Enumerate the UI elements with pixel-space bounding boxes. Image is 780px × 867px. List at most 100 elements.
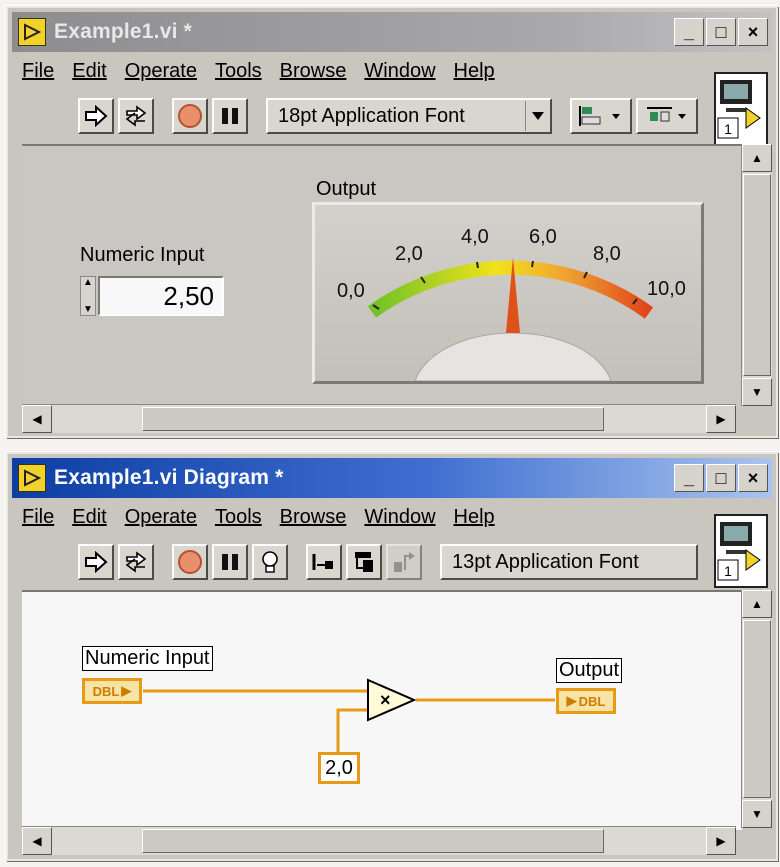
scroll-left-icon[interactable]: ◀ xyxy=(22,827,52,855)
gauge-scale-label-3: 6,0 xyxy=(529,226,557,248)
scroll-up-icon[interactable]: ▲ xyxy=(742,590,772,618)
abort-button[interactable] xyxy=(172,98,208,134)
vscroll-thumb[interactable] xyxy=(743,620,771,798)
menu-help[interactable]: Help xyxy=(454,60,495,83)
pause-icon xyxy=(222,554,238,570)
front-panel-hscroll[interactable]: ◀ ▶ xyxy=(22,404,736,433)
scroll-left-icon[interactable]: ◀ xyxy=(22,405,52,433)
gauge-scale-label-4: 8,0 xyxy=(593,243,621,265)
font-selector[interactable]: 18pt Application Font xyxy=(266,98,552,134)
diagram-vscroll[interactable]: ▲ ▼ xyxy=(741,590,772,828)
step-into-button[interactable] xyxy=(346,544,382,580)
close-button[interactable]: × xyxy=(738,464,768,492)
retain-wire-values-button[interactable] xyxy=(306,544,342,580)
stop-sign-icon xyxy=(178,104,202,128)
numeric-spinner[interactable]: ▲ ▼ xyxy=(80,276,96,316)
menu-file[interactable]: File xyxy=(22,60,54,83)
scroll-down-icon[interactable]: ▼ xyxy=(742,800,772,828)
run-continuously-button[interactable] xyxy=(118,544,154,580)
block-diagram-canvas: × Numeric Input DBL ▶ Output ▶ DBL 2,0 xyxy=(22,590,742,830)
terminal-in-arrow-icon: ▶ xyxy=(566,693,577,708)
diagram-toolbar: 13pt Application Font xyxy=(78,542,698,582)
output-terminal-label[interactable]: Output xyxy=(556,658,623,683)
numeric-input-label: Numeric Input xyxy=(80,244,205,266)
step-over-button[interactable] xyxy=(386,544,422,580)
menu-help-label: Help xyxy=(453,60,495,82)
maximize-button[interactable]: □ xyxy=(706,18,736,46)
diagram-titlebar[interactable]: Example1.vi Diagram * _ □ × xyxy=(12,458,772,498)
menu-file-label: File xyxy=(22,60,55,82)
menu-tools-label: Tools xyxy=(214,60,262,82)
numeric-constant[interactable]: 2,0 xyxy=(318,752,360,784)
front-panel-vscroll[interactable]: ▲ ▼ xyxy=(741,144,772,406)
pause-button[interactable] xyxy=(212,544,248,580)
numeric-input-terminal[interactable]: DBL ▶ xyxy=(82,678,142,704)
pause-button[interactable] xyxy=(212,98,248,134)
spin-down-icon[interactable]: ▼ xyxy=(83,304,93,315)
toolbar: 18pt Application Font xyxy=(78,96,698,136)
wires-svg: × xyxy=(143,678,555,752)
front-panel-window: Example1.vi * _ □ × File Edit Operate To… xyxy=(6,6,778,438)
vi-icon[interactable]: 1 xyxy=(714,514,768,588)
menu-file[interactable]: File xyxy=(22,506,54,529)
scroll-right-icon[interactable]: ▶ xyxy=(706,405,736,433)
retain-wire-values-icon xyxy=(312,554,333,570)
close-button[interactable]: × xyxy=(738,18,768,46)
numeric-input-field[interactable]: 2,50 xyxy=(98,276,224,316)
vi-icon[interactable]: 1 xyxy=(714,72,768,146)
scroll-down-icon[interactable]: ▼ xyxy=(742,378,772,406)
abort-button[interactable] xyxy=(172,544,208,580)
minimize-button[interactable]: _ xyxy=(674,464,704,492)
spin-up-icon[interactable]: ▲ xyxy=(83,277,93,288)
numeric-input-terminal-label[interactable]: Numeric Input xyxy=(82,646,213,671)
font-selector[interactable]: 13pt Application Font xyxy=(440,544,698,580)
run-button[interactable] xyxy=(78,544,114,580)
labview-logo-icon xyxy=(18,18,46,46)
step-over-icon xyxy=(394,552,415,572)
output-terminal[interactable]: ▶ DBL xyxy=(556,688,616,714)
run-button[interactable] xyxy=(78,98,114,134)
gauge-label: Output xyxy=(316,178,377,200)
vscroll-thumb[interactable] xyxy=(743,174,771,376)
distribute-objects-icon xyxy=(647,107,686,122)
pause-icon xyxy=(222,108,238,124)
maximize-button[interactable]: □ xyxy=(706,464,736,492)
menu-browse[interactable]: Browse xyxy=(280,506,347,529)
menu-edit-label: Edit xyxy=(72,60,107,82)
vi-icon-number: 1 xyxy=(724,121,732,137)
menu-operate[interactable]: Operate xyxy=(125,506,197,529)
run-continuously-button[interactable] xyxy=(118,98,154,134)
menu-help[interactable]: Help xyxy=(454,506,495,529)
menu-browse[interactable]: Browse xyxy=(280,60,347,83)
gauge-control[interactable]: 0,0 2,0 4,0 6,0 8,0 10,0 xyxy=(312,202,704,384)
diagram-hscroll[interactable]: ◀ ▶ xyxy=(22,826,736,855)
hscroll-thumb[interactable] xyxy=(142,407,604,431)
align-objects-button[interactable] xyxy=(570,98,632,134)
menu-edit[interactable]: Edit xyxy=(72,60,106,83)
font-selector-value: 18pt Application Font xyxy=(278,104,465,127)
menu-tools[interactable]: Tools xyxy=(215,60,262,83)
scroll-right-icon[interactable]: ▶ xyxy=(706,827,736,855)
diagram-menu-bar: File Edit Operate Tools Browse Window He… xyxy=(22,506,495,529)
hscroll-thumb[interactable] xyxy=(142,829,604,853)
step-into-icon xyxy=(355,552,373,572)
minimize-button[interactable]: _ xyxy=(674,18,704,46)
vi-monitor-icon: 1 xyxy=(717,522,761,581)
light-bulb-icon xyxy=(262,551,278,573)
menu-tools[interactable]: Tools xyxy=(215,506,262,529)
highlight-execution-button[interactable] xyxy=(252,544,288,580)
menu-operate[interactable]: Operate xyxy=(125,60,197,83)
scroll-up-icon[interactable]: ▲ xyxy=(742,144,772,172)
dbl-type-label: DBL xyxy=(578,693,606,709)
menu-edit-label: Edit xyxy=(72,506,107,528)
menu-edit[interactable]: Edit xyxy=(72,506,106,529)
menu-bar: File Edit Operate Tools Browse Window He… xyxy=(22,60,495,83)
menu-window[interactable]: Window xyxy=(364,506,435,529)
stop-sign-icon xyxy=(178,550,202,574)
front-panel-titlebar[interactable]: Example1.vi * _ □ × xyxy=(12,12,772,52)
distribute-objects-button[interactable] xyxy=(636,98,698,134)
menu-window[interactable]: Window xyxy=(364,60,435,83)
multiply-node[interactable]: × xyxy=(367,678,417,722)
vi-icon-number: 1 xyxy=(724,563,732,579)
align-objects-icon xyxy=(579,106,620,126)
